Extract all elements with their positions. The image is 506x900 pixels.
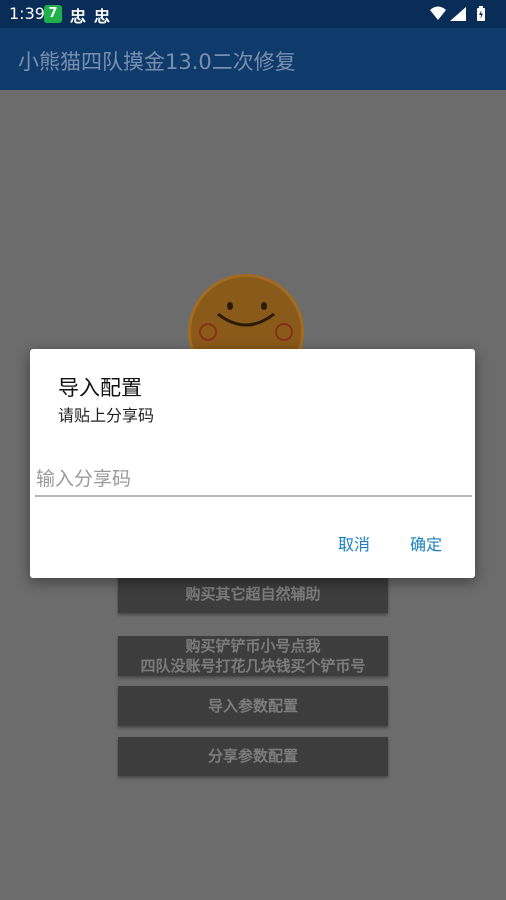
import-config-button[interactable]: 导入参数配置 (118, 686, 388, 726)
status-bar: 1:39 7 忠 忠 (0, 0, 506, 28)
debug-bug-icon: 忠 (70, 7, 87, 26)
import-config-dialog: 导入配置 请贴上分享码 取消 确定 (30, 349, 475, 578)
buy-coin-account-label-1: 购买铲铲币小号点我 (185, 637, 321, 655)
buy-coin-account-button[interactable]: 购买铲铲币小号点我 四队没账号打花几块钱买个铲币号 (118, 636, 388, 676)
debug-bug-icon-2: 忠 (94, 7, 111, 26)
system-icons (430, 6, 485, 21)
buy-other-assist-button[interactable]: 购买其它超自然辅助 (118, 576, 388, 613)
share-config-label: 分享参数配置 (207, 747, 298, 765)
import-config-label: 导入参数配置 (207, 697, 298, 715)
cancel-button[interactable]: 取消 (338, 531, 370, 555)
buy-other-assist-label: 购买其它超自然辅助 (185, 585, 321, 603)
dialog-title: 导入配置 (58, 376, 142, 400)
confirm-button[interactable]: 确定 (410, 531, 442, 555)
dialog-message: 请贴上分享码 (58, 406, 155, 425)
share-code-input[interactable] (35, 463, 472, 497)
signal-icon (450, 7, 466, 21)
app-bar: 小熊猫四队摸金13.0二次修复 (0, 28, 506, 90)
share-config-button[interactable]: 分享参数配置 (118, 737, 388, 776)
notification-badge-icon: 7 (44, 5, 62, 23)
app-title: 小熊猫四队摸金13.0二次修复 (18, 50, 296, 74)
buy-coin-account-label-2: 四队没账号打花几块钱买个铲币号 (140, 657, 366, 675)
wifi-icon (430, 6, 446, 20)
status-time: 1:39 (9, 4, 45, 23)
